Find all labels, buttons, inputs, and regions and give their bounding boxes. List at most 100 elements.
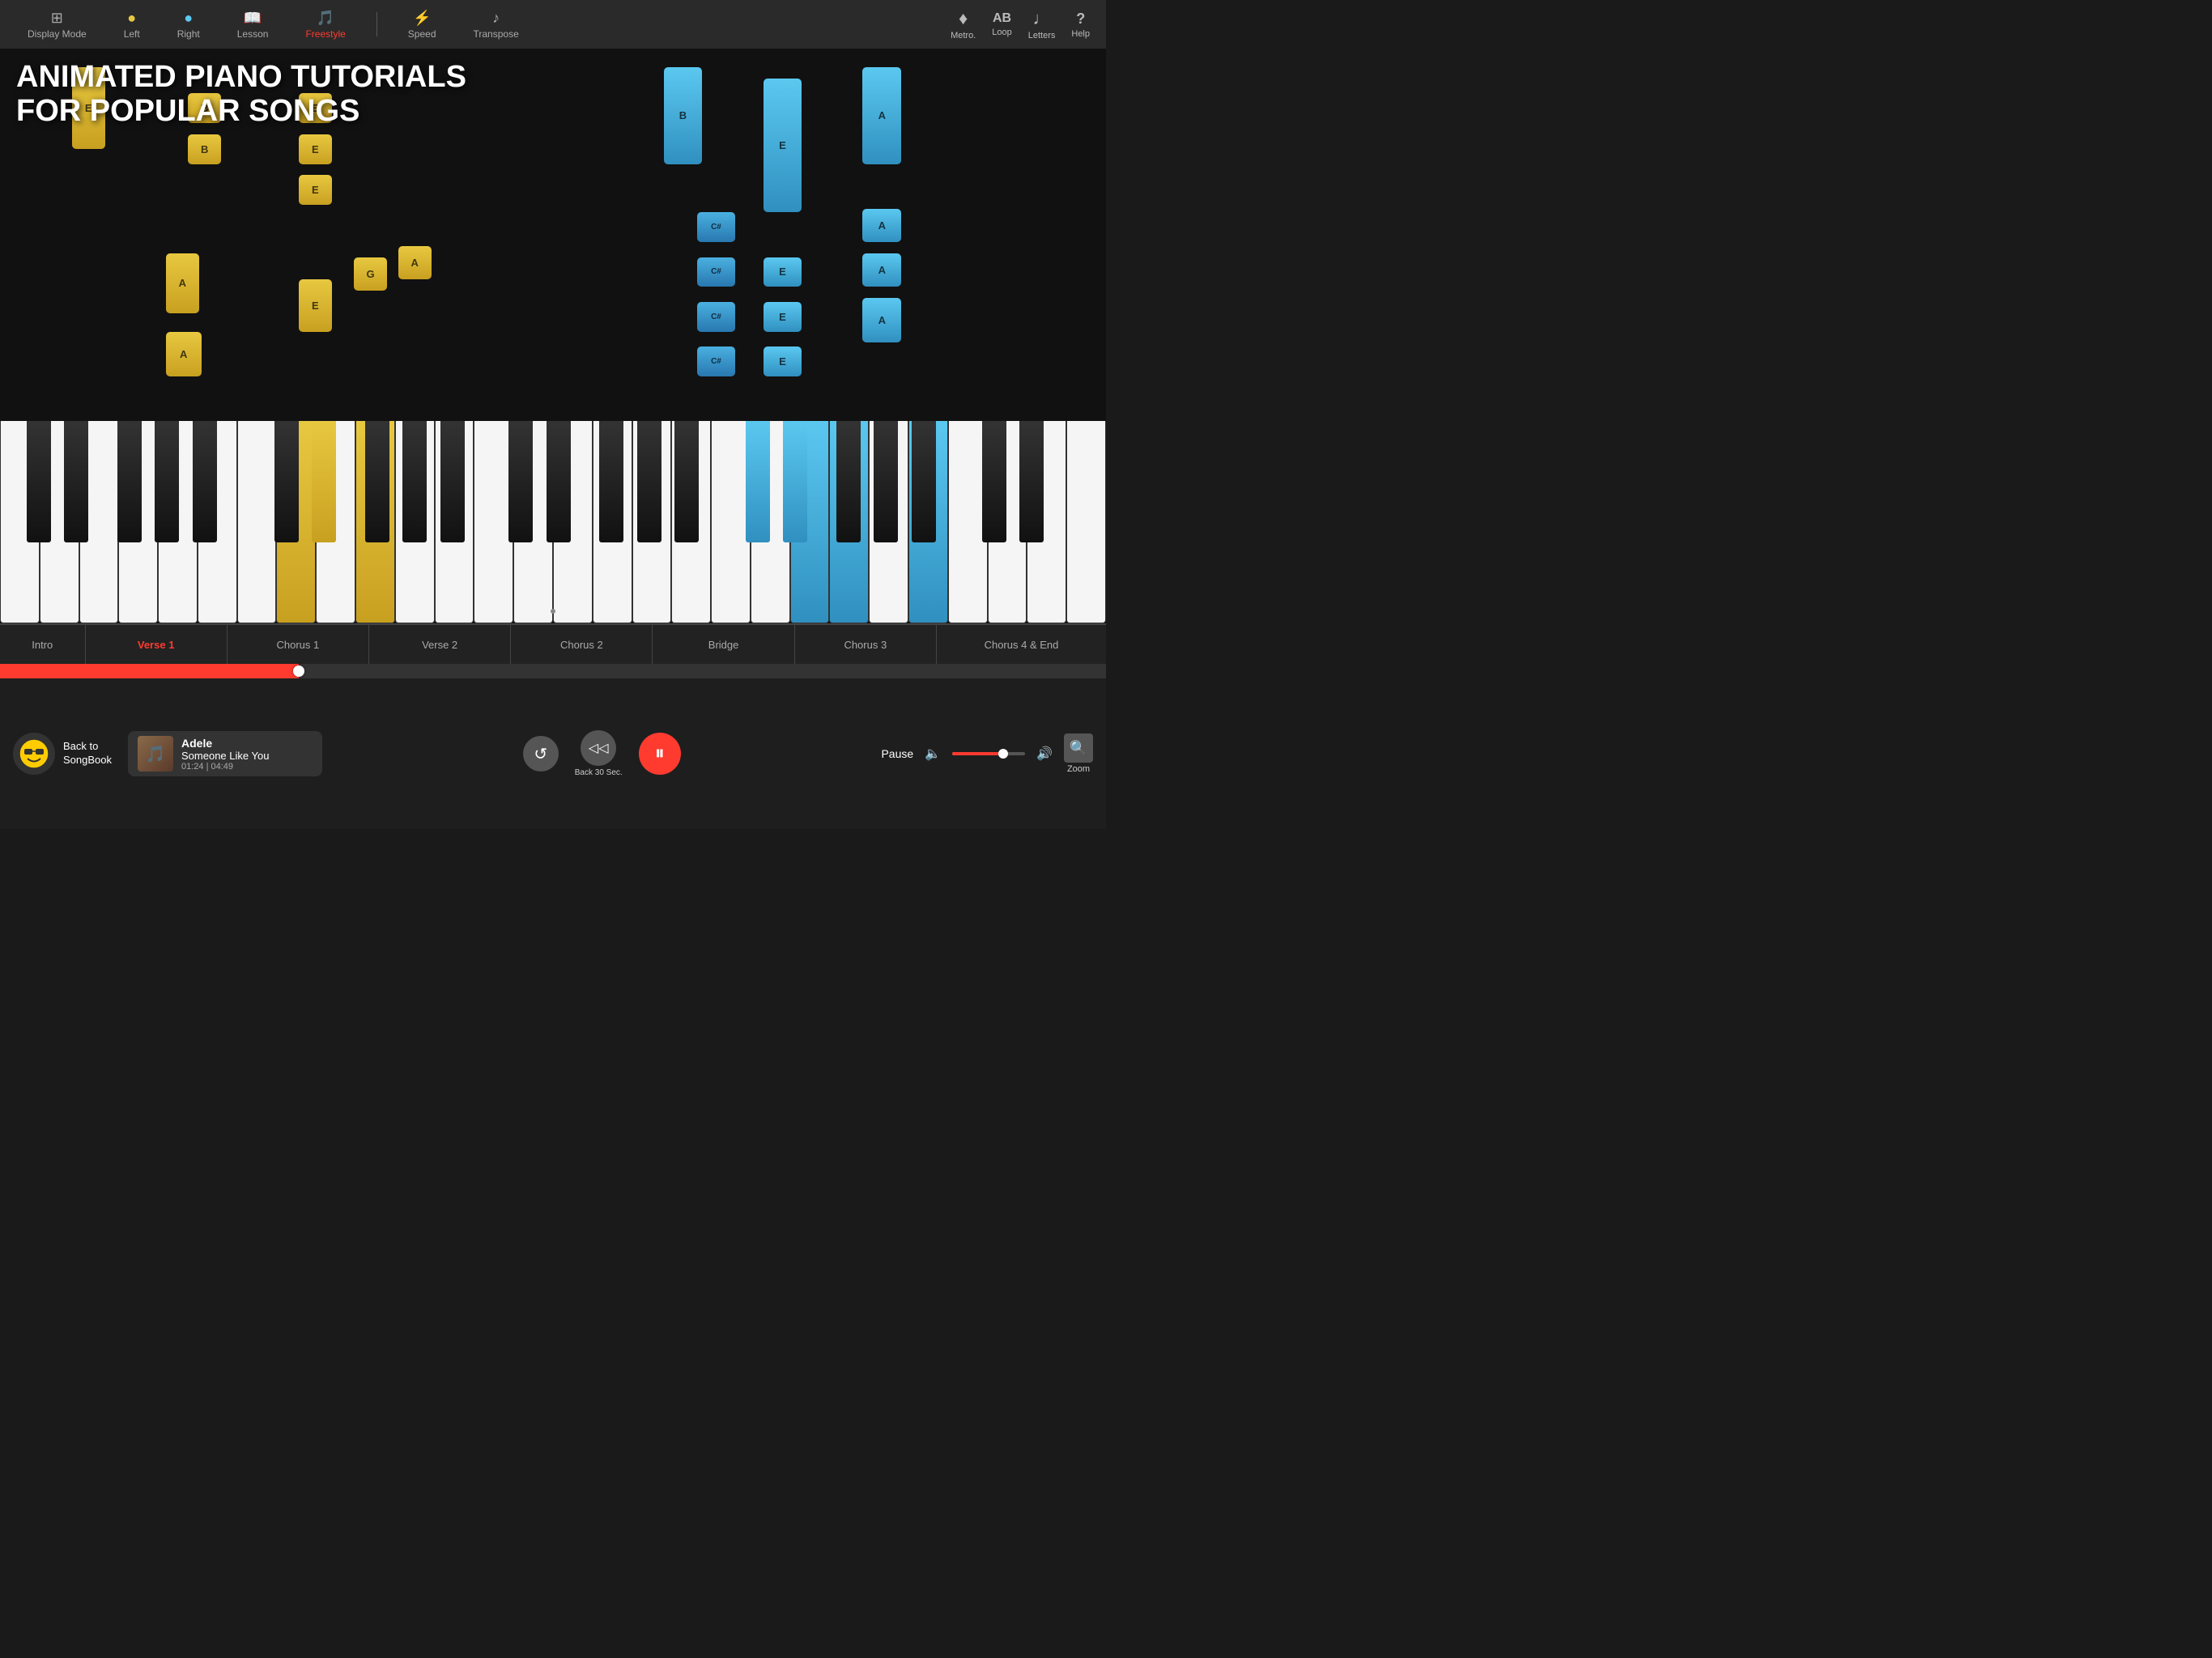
- back-to-songbook-button[interactable]: Back to SongBook: [13, 733, 112, 775]
- freestyle-label: Freestyle: [305, 28, 345, 40]
- white-key-23[interactable]: [869, 421, 908, 623]
- section-bridge[interactable]: Bridge: [653, 625, 794, 664]
- note-right-cs3: C#: [697, 302, 736, 332]
- white-key-7[interactable]: [237, 421, 277, 623]
- loop-btn[interactable]: AB Loop: [992, 11, 1011, 37]
- section-chorus3[interactable]: Chorus 3: [795, 625, 937, 664]
- section-bridge-label: Bridge: [708, 639, 739, 651]
- white-key-9[interactable]: [316, 421, 355, 623]
- bottom-bar: Back to SongBook 🎵 Adele Someone Like Yo…: [0, 678, 1106, 829]
- playback-controls: ↺ ◁◁ Back 30 Sec. ⏸: [330, 730, 873, 777]
- song-info-panel: 🎵 Adele Someone Like You 01:24 | 04:49: [128, 731, 322, 776]
- note-left-e1: E: [72, 67, 105, 149]
- white-key-19[interactable]: [711, 421, 751, 623]
- piano-keyboard: [0, 421, 1106, 623]
- white-key-25[interactable]: [948, 421, 988, 623]
- white-key-5[interactable]: [158, 421, 198, 623]
- restart-button[interactable]: ↺: [523, 736, 559, 772]
- white-key-17[interactable]: [632, 421, 672, 623]
- toolbar-right: ♦ Metro. AB Loop ♩ Letters ? Help: [951, 8, 1090, 40]
- letters-btn[interactable]: ♩ Letters: [1028, 8, 1056, 40]
- white-key-26[interactable]: [988, 421, 1027, 623]
- section-chorus2[interactable]: Chorus 2: [511, 625, 653, 664]
- white-key-2[interactable]: [40, 421, 79, 623]
- transpose-label: Transpose: [474, 28, 519, 40]
- white-key-27[interactable]: [1027, 421, 1066, 623]
- back30-label: Back 30 Sec.: [575, 768, 623, 777]
- white-key-24-right[interactable]: [908, 421, 948, 623]
- section-chorus1-label: Chorus 1: [277, 639, 320, 651]
- right-hand-btn[interactable]: ● Right: [166, 3, 211, 46]
- white-key-16[interactable]: [593, 421, 632, 623]
- volume-fill: [952, 752, 1003, 755]
- note-right-cs2: C#: [697, 257, 736, 287]
- section-chorus4end[interactable]: Chorus 4 & End: [937, 625, 1106, 664]
- white-key-3[interactable]: [79, 421, 119, 623]
- white-key-4[interactable]: [118, 421, 158, 623]
- white-key-8-left[interactable]: [276, 421, 316, 623]
- toolbar: ⊞ Display Mode ● Left ● Right 📖 Lesson 🎵…: [0, 0, 1106, 49]
- letters-icon: ♩: [1033, 8, 1051, 29]
- lesson-btn[interactable]: 📖 Lesson: [226, 3, 280, 46]
- white-key-22-right[interactable]: [829, 421, 869, 623]
- section-chorus3-label: Chorus 3: [844, 639, 887, 651]
- section-chorus4end-label: Chorus 4 & End: [985, 639, 1059, 651]
- display-mode-btn[interactable]: ⊞ Display Mode: [16, 3, 98, 46]
- display-mode-icon: ⊞: [51, 10, 63, 27]
- metro-label: Metro.: [951, 31, 976, 40]
- note-right-e2: E: [764, 257, 802, 287]
- progress-bar[interactable]: [0, 664, 1106, 678]
- song-time: 01:24 | 04:49: [181, 762, 269, 772]
- white-key-12[interactable]: [435, 421, 474, 623]
- section-verse1-label: Verse 1: [138, 639, 175, 651]
- white-key-14[interactable]: [513, 421, 553, 623]
- white-key-11[interactable]: [395, 421, 435, 623]
- note-right-e3: E: [764, 302, 802, 332]
- white-key-28[interactable]: [1066, 421, 1106, 623]
- freestyle-btn[interactable]: 🎵 Freestyle: [294, 3, 356, 46]
- note-right-a2: A: [862, 209, 901, 242]
- section-verse2[interactable]: Verse 2: [369, 625, 511, 664]
- zoom-button[interactable]: 🔍 Zoom: [1064, 733, 1093, 774]
- songbook-avatar: [13, 733, 55, 775]
- song-artist: Adele: [181, 737, 269, 750]
- white-key-20[interactable]: [751, 421, 790, 623]
- white-key-15[interactable]: [553, 421, 593, 623]
- back30-icon: ◁◁: [581, 730, 616, 766]
- display-mode-label: Display Mode: [28, 28, 87, 40]
- note-right-a4: A: [862, 298, 901, 342]
- note-left-a2: A: [166, 332, 202, 376]
- white-key-13[interactable]: [474, 421, 513, 623]
- song-thumbnail: 🎵: [138, 736, 173, 772]
- section-chorus1[interactable]: Chorus 1: [228, 625, 369, 664]
- note-left-b1: B: [188, 93, 221, 123]
- white-key-21-right[interactable]: [790, 421, 830, 623]
- note-left-e5: E: [299, 279, 332, 331]
- section-intro[interactable]: Intro: [0, 625, 86, 664]
- progress-thumb[interactable]: [293, 665, 304, 677]
- metro-btn[interactable]: ♦ Metro.: [951, 8, 976, 40]
- white-key-10-left[interactable]: [355, 421, 395, 623]
- freestyle-icon: 🎵: [317, 10, 334, 27]
- help-btn[interactable]: ? Help: [1071, 11, 1090, 39]
- separator-dot: [551, 609, 555, 614]
- white-key-1[interactable]: [0, 421, 40, 623]
- back30-button[interactable]: ◁◁ Back 30 Sec.: [575, 730, 623, 777]
- left-hand-btn[interactable]: ● Left: [113, 3, 151, 46]
- section-chorus2-label: Chorus 2: [560, 639, 603, 651]
- piano-roll: E B B A A E E E E G A B E A A A A C# C# …: [0, 49, 1106, 421]
- white-key-18[interactable]: [671, 421, 711, 623]
- white-key-6[interactable]: [198, 421, 237, 623]
- transpose-btn[interactable]: ♪ Transpose: [462, 3, 530, 46]
- sections-bar: Intro Verse 1 Chorus 1 Verse 2 Chorus 2 …: [0, 623, 1106, 664]
- volume-slider[interactable]: [952, 752, 1025, 755]
- note-right-e4: E: [764, 346, 802, 376]
- lesson-icon: 📖: [244, 10, 262, 27]
- lesson-label: Lesson: [237, 28, 269, 40]
- note-right-b1: B: [664, 67, 703, 164]
- pause-play-button[interactable]: ⏸: [639, 733, 681, 775]
- volume-thumb[interactable]: [998, 749, 1008, 759]
- right-hand-icon: ●: [184, 10, 193, 27]
- speed-btn[interactable]: ⚡ Speed: [397, 3, 448, 46]
- section-verse1[interactable]: Verse 1: [86, 625, 228, 664]
